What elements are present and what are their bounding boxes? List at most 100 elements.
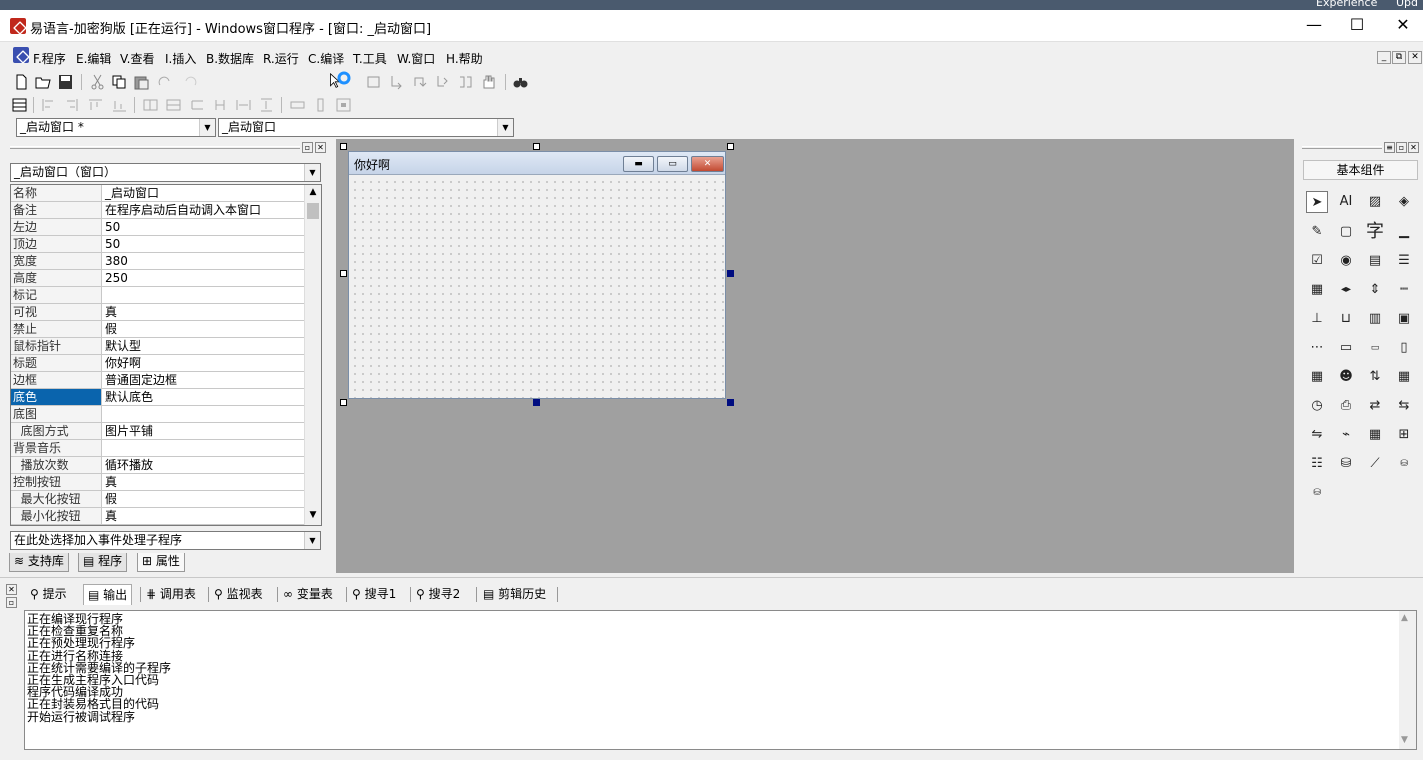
property-row[interactable]: 背景音乐 <box>11 440 305 457</box>
find-binoculars-icon[interactable] <box>512 74 529 90</box>
tab-watch[interactable]: ⚲ 监视表 <box>210 584 267 605</box>
resize-handle[interactable] <box>727 270 734 277</box>
property-value[interactable]: 你好啊 <box>103 355 303 371</box>
scroll-up-icon[interactable]: ▲ <box>307 187 319 199</box>
property-value[interactable]: 默认底色 <box>103 389 303 405</box>
panel-menu-button[interactable]: ≡ <box>1384 142 1395 153</box>
property-value[interactable]: 假 <box>103 491 303 507</box>
basic-components-header[interactable]: 基本组件 <box>1303 160 1418 180</box>
form-minimize-button[interactable]: ▬ <box>623 156 654 172</box>
shape-tool-icon[interactable]: ◈ <box>1393 191 1415 213</box>
space-horizontal-icon[interactable] <box>235 97 252 113</box>
property-value[interactable] <box>103 287 303 303</box>
resize-handle[interactable] <box>533 399 540 406</box>
scroll-down-icon[interactable]: ▼ <box>307 510 319 522</box>
chevron-down-icon[interactable]: ▼ <box>497 119 513 136</box>
property-row[interactable]: 播放次数 循环播放 <box>11 457 305 474</box>
label-tool-icon[interactable]: AI <box>1335 191 1357 213</box>
open-folder-icon[interactable] <box>35 74 52 90</box>
menu-window[interactable]: W.窗口 <box>397 50 435 67</box>
picture-box-tool-icon[interactable]: ▨ <box>1364 191 1386 213</box>
property-value[interactable]: 真 <box>103 304 303 320</box>
tab-hint[interactable]: ⚲ 提示 <box>26 584 71 605</box>
edit-box-tool-icon[interactable]: ✎ <box>1306 221 1328 243</box>
align-bottom-icon[interactable] <box>111 97 128 113</box>
calendar-tool-icon[interactable]: ▦ <box>1393 366 1415 388</box>
chart-tool-icon[interactable]: ⟋ <box>1364 453 1386 475</box>
tab-search1[interactable]: ⚲ 搜寻1 <box>348 584 400 605</box>
redo-icon[interactable] <box>157 74 174 90</box>
table-tool-icon[interactable]: ▦ <box>1364 424 1386 446</box>
output-restore-button[interactable]: ▫ <box>6 597 17 608</box>
radio-tool-icon[interactable]: ◉ <box>1335 250 1357 272</box>
run-to-cursor-icon[interactable] <box>457 74 474 90</box>
property-value[interactable]: 普通固定边框 <box>103 372 303 388</box>
panel-tool-icon[interactable]: ▭ <box>1335 337 1357 359</box>
step-over-icon[interactable] <box>411 74 428 90</box>
property-value[interactable] <box>103 406 303 422</box>
picture-tool-icon[interactable]: ▢ <box>1335 221 1357 243</box>
property-row[interactable]: 宽度 380 <box>11 253 305 270</box>
maximize-button[interactable]: ☐ <box>1334 10 1380 40</box>
center-form-icon[interactable] <box>335 97 352 113</box>
panel-close-button[interactable]: ✕ <box>315 142 326 153</box>
form-close-button[interactable]: ✕ <box>691 156 724 172</box>
save-icon[interactable] <box>57 74 74 90</box>
object-select[interactable]: _启动窗口（窗口） ▼ <box>10 163 321 182</box>
property-row[interactable]: 顶边 50 <box>11 236 305 253</box>
resize-handle[interactable] <box>727 399 734 406</box>
property-row[interactable]: 可视真 <box>11 304 305 321</box>
resize-handle[interactable] <box>727 143 734 150</box>
stop-hand-icon[interactable] <box>480 74 497 90</box>
align-top-icon[interactable] <box>87 97 104 113</box>
undo-icon[interactable] <box>181 74 198 90</box>
menu-insert[interactable]: I.插入 <box>165 50 196 67</box>
property-value[interactable]: 50 <box>103 219 303 235</box>
property-value[interactable]: 图片平铺 <box>103 423 303 439</box>
fit-width-icon[interactable] <box>289 97 306 113</box>
property-value[interactable]: 循环播放 <box>103 457 303 473</box>
property-value[interactable]: 250 <box>103 270 303 286</box>
resize-handle[interactable] <box>340 270 347 277</box>
mdi-minimize-button[interactable]: _ <box>1377 51 1391 64</box>
align-left-icon[interactable] <box>40 97 57 113</box>
component-select[interactable]: _启动窗口 ▼ <box>218 118 514 137</box>
property-row[interactable]: 高度 250 <box>11 270 305 287</box>
property-row[interactable]: 底图方式 图片平铺 <box>11 423 305 440</box>
resize-handle[interactable] <box>533 143 540 150</box>
property-value[interactable]: 真 <box>103 508 303 524</box>
center-horizontal-icon[interactable] <box>142 97 159 113</box>
property-value[interactable]: 真 <box>103 474 303 490</box>
timer-tool-icon[interactable]: ◷ <box>1306 395 1328 417</box>
property-row[interactable]: 底图 <box>11 406 305 423</box>
property-row[interactable]: 鼠标指针 默认型 <box>11 338 305 355</box>
align-right-icon[interactable] <box>63 97 80 113</box>
same-width-icon[interactable] <box>189 97 206 113</box>
chevron-down-icon[interactable]: ▼ <box>304 532 320 549</box>
mdi-restore-button[interactable]: ⧉ <box>1392 51 1406 64</box>
tab-output[interactable]: ▤ 输出 <box>83 584 133 605</box>
tab-properties[interactable]: ⊞ 属性 <box>137 553 185 572</box>
property-row[interactable]: 标记 <box>11 287 305 304</box>
group-box-tool-icon[interactable]: ▣ <box>1393 308 1415 330</box>
menu-database[interactable]: B.数据库 <box>206 50 254 67</box>
property-value[interactable]: 在程序启动后自动调入本窗口 <box>103 202 303 218</box>
same-height-icon[interactable] <box>212 97 229 113</box>
output-scrollbar[interactable]: ▲ ▼ <box>1399 611 1416 749</box>
property-row[interactable]: 控制按钮真 <box>11 474 305 491</box>
property-scrollbar[interactable]: ▲ ▼ <box>304 185 321 525</box>
minimize-button[interactable]: — <box>1291 10 1337 40</box>
event-select[interactable]: 在此处选择加入事件处理子程序 ▼ <box>10 531 321 550</box>
layout-tool-icon[interactable]: ⊞ <box>1393 424 1415 446</box>
button-tool-icon[interactable]: ▁ <box>1393 221 1415 243</box>
menu-run[interactable]: R.运行 <box>263 50 299 67</box>
menu-program[interactable]: F.程序 <box>33 50 66 67</box>
tab-search2[interactable]: ⚲ 搜寻2 <box>412 584 464 605</box>
compile-icon[interactable] <box>365 74 382 90</box>
database-tool-icon[interactable]: ☷ <box>1306 453 1328 475</box>
tab-control-tool-icon[interactable]: ⊔ <box>1335 308 1357 330</box>
center-vertical-icon[interactable] <box>165 97 182 113</box>
panel-restore-button[interactable]: ▫ <box>302 142 313 153</box>
chevron-down-icon[interactable]: ▼ <box>199 119 215 136</box>
menu-help[interactable]: H.帮助 <box>446 50 483 67</box>
